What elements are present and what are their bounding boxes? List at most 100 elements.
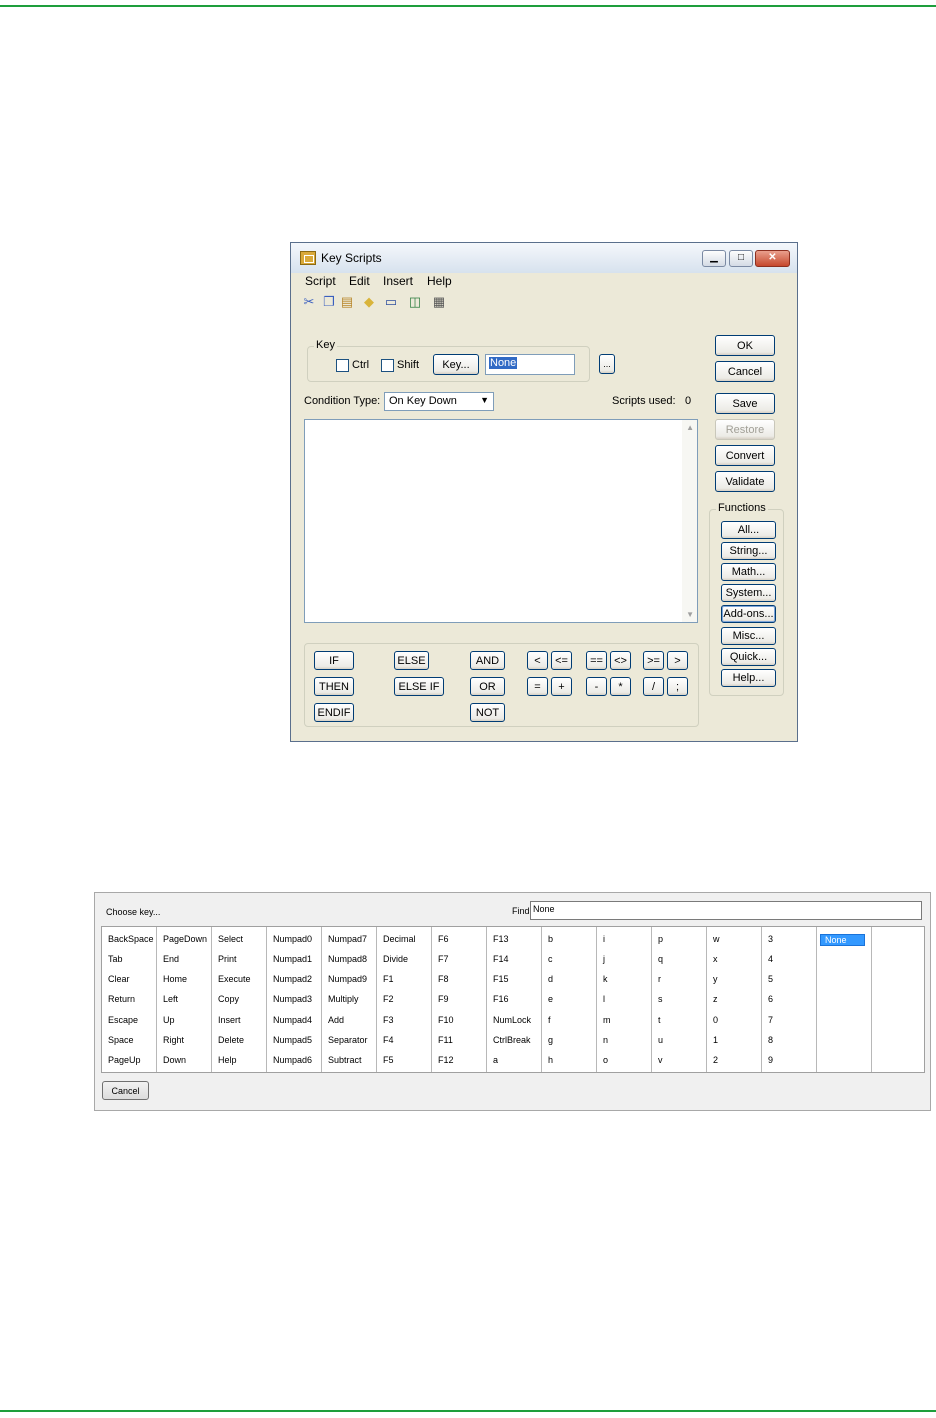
functions-quick-button[interactable]: Quick... [721, 648, 776, 666]
operator-semicolon-button[interactable]: ; [667, 677, 688, 696]
key-option[interactable]: Space [108, 1035, 134, 1045]
key-option[interactable]: c [548, 954, 553, 964]
key-option[interactable]: F5 [383, 1055, 394, 1065]
keyword-not-button[interactable]: NOT [470, 703, 505, 722]
key-option[interactable]: F7 [438, 954, 449, 964]
operator-plus-button[interactable]: + [551, 677, 572, 696]
menu-insert[interactable]: Insert [383, 274, 413, 288]
key-option[interactable]: 8 [768, 1035, 773, 1045]
key-option[interactable]: PageUp [108, 1055, 141, 1065]
keyword-endif-button[interactable]: ENDIF [314, 703, 354, 722]
key-option[interactable]: BackSpace [108, 934, 154, 944]
keyword-and-button[interactable]: AND [470, 651, 505, 670]
operator-assign-button[interactable]: = [527, 677, 548, 696]
operator-minus-button[interactable]: - [586, 677, 607, 696]
condition-type-select[interactable]: On Key Down ▼ [384, 392, 494, 411]
copy-icon[interactable]: ❐ [321, 294, 337, 310]
keyword-then-button[interactable]: THEN [314, 677, 354, 696]
validate-button[interactable]: Validate [715, 471, 775, 492]
functions-math-button[interactable]: Math... [721, 563, 776, 581]
key-option[interactable]: F8 [438, 974, 449, 984]
operator-lt-button[interactable]: < [527, 651, 548, 670]
key-option[interactable]: Clear [108, 974, 130, 984]
key-option[interactable]: e [548, 994, 553, 1004]
key-option[interactable]: 6 [768, 994, 773, 1004]
key-option[interactable]: Left [163, 994, 178, 1004]
key-option[interactable]: F15 [493, 974, 509, 984]
key-option[interactable]: p [658, 934, 663, 944]
operator-neq-button[interactable]: <> [610, 651, 631, 670]
key-option[interactable]: Delete [218, 1035, 244, 1045]
key-option[interactable]: k [603, 974, 608, 984]
key-option[interactable]: y [713, 974, 718, 984]
key-option[interactable]: Return [108, 994, 135, 1004]
key-option[interactable]: Numpad1 [273, 954, 312, 964]
key-option[interactable]: Separator [328, 1035, 368, 1045]
key-option[interactable]: i [603, 934, 605, 944]
key-option[interactable]: Decimal [383, 934, 416, 944]
key-option[interactable]: t [658, 1015, 661, 1025]
key-option[interactable]: Escape [108, 1015, 138, 1025]
key-option[interactable]: Add [328, 1015, 344, 1025]
ok-button[interactable]: OK [715, 335, 775, 356]
key-button[interactable]: Key... [433, 354, 479, 375]
key-option[interactable]: l [603, 994, 605, 1004]
key-option[interactable]: F2 [383, 994, 394, 1004]
key-option[interactable]: z [713, 994, 718, 1004]
menu-edit[interactable]: Edit [349, 274, 370, 288]
key-option[interactable]: F1 [383, 974, 394, 984]
restore-button[interactable]: Restore [715, 419, 775, 440]
key-option[interactable]: g [548, 1035, 553, 1045]
key-option[interactable]: Numpad4 [273, 1015, 312, 1025]
functions-help-button[interactable]: Help... [721, 669, 776, 687]
key-option[interactable]: F10 [438, 1015, 454, 1025]
key-option[interactable]: F13 [493, 934, 509, 944]
paste-icon[interactable]: ▤ [339, 294, 355, 310]
key-option[interactable]: Numpad0 [273, 934, 312, 944]
key-option[interactable]: 7 [768, 1015, 773, 1025]
key-option[interactable]: d [548, 974, 553, 984]
maximize-button[interactable]: □ [729, 250, 753, 267]
key-option[interactable]: a [493, 1055, 498, 1065]
key-option[interactable]: Up [163, 1015, 175, 1025]
key-option[interactable]: Multiply [328, 994, 359, 1004]
key-option[interactable]: m [603, 1015, 611, 1025]
key-option[interactable]: F3 [383, 1015, 394, 1025]
window-icon[interactable]: ▭ [383, 294, 399, 310]
key-option[interactable]: b [548, 934, 553, 944]
key-option[interactable]: o [603, 1055, 608, 1065]
key-option[interactable]: NumLock [493, 1015, 531, 1025]
functions-addons-button[interactable]: Add-ons... [721, 605, 776, 623]
cut-icon[interactable]: ✂ [301, 294, 317, 310]
key-option[interactable]: 0 [713, 1015, 718, 1025]
convert-button[interactable]: Convert [715, 445, 775, 466]
key-option[interactable]: F12 [438, 1055, 454, 1065]
key-option[interactable]: 4 [768, 954, 773, 964]
save-button[interactable]: Save [715, 393, 775, 414]
key-option[interactable]: Numpad9 [328, 974, 367, 984]
shift-checkbox[interactable] [381, 359, 394, 372]
key-option[interactable]: j [603, 954, 605, 964]
operator-lte-button[interactable]: <= [551, 651, 572, 670]
key-option[interactable]: F9 [438, 994, 449, 1004]
key-option[interactable]: n [603, 1035, 608, 1045]
menu-help[interactable]: Help [427, 274, 452, 288]
scroll-down-icon[interactable]: ▼ [686, 610, 694, 619]
key-option[interactable]: f [548, 1015, 551, 1025]
key-option[interactable]: x [713, 954, 718, 964]
key-option[interactable]: Numpad5 [273, 1035, 312, 1045]
key-option[interactable]: 1 [713, 1035, 718, 1045]
key-option[interactable]: u [658, 1035, 663, 1045]
key-option[interactable]: Subtract [328, 1055, 362, 1065]
choose-key-cancel-button[interactable]: Cancel [102, 1081, 149, 1100]
key-option[interactable]: Copy [218, 994, 239, 1004]
key-option[interactable]: Down [163, 1055, 186, 1065]
key-option[interactable]: Print [218, 954, 237, 964]
key-option-selected[interactable]: None [820, 934, 865, 946]
operator-gte-button[interactable]: >= [643, 651, 664, 670]
operator-eq-button[interactable]: == [586, 651, 607, 670]
functions-string-button[interactable]: String... [721, 542, 776, 560]
keyword-or-button[interactable]: OR [470, 677, 505, 696]
ctrl-checkbox[interactable] [336, 359, 349, 372]
key-option[interactable]: 2 [713, 1055, 718, 1065]
